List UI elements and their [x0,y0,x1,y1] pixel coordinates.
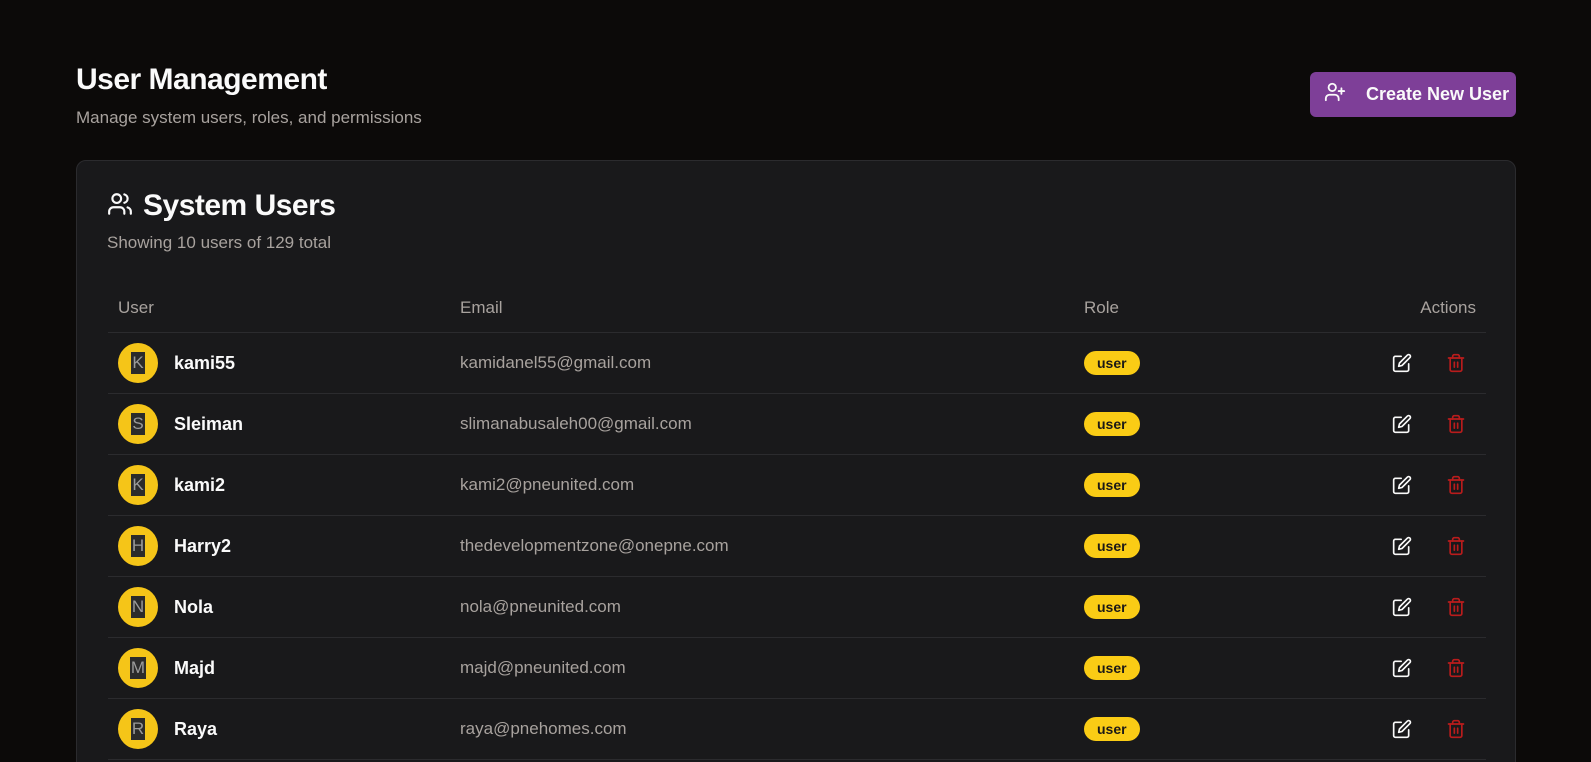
user-cell: N Nola [108,587,460,627]
user-cell: H Harry2 [108,526,460,566]
table-row: R Raya raya@pnehomes.com user [108,699,1486,760]
username: Majd [174,657,216,678]
page-title: User Management [76,63,327,96]
avatar: R [118,709,158,749]
edit-icon[interactable] [1392,719,1412,739]
avatar: M [118,648,158,688]
user-cell: R Raya [108,709,460,749]
column-header-role: Role [1084,297,1119,317]
trash-icon[interactable] [1446,719,1466,739]
create-new-user-button[interactable]: Create New User [1310,72,1516,117]
trash-icon[interactable] [1446,353,1466,373]
actions-cell [1284,597,1486,617]
actions-cell [1284,475,1486,495]
avatar-initial: K [131,474,145,496]
role-cell: user [1084,412,1284,436]
table-row: K kami55 kamidanel55@gmail.com user [108,333,1486,394]
username: kami2 [174,474,226,495]
actions-cell [1284,353,1486,373]
user-management-page: User Management Manage system users, rol… [0,0,1591,762]
avatar-initial: R [130,718,146,740]
actions-cell [1284,414,1486,434]
user-email: slimanabusaleh00@gmail.com [460,414,692,433]
user-cell: S Sleiman [108,404,460,444]
role-cell: user [1084,534,1284,558]
table-row: K kami2 kami2@pneunited.com user [108,455,1486,516]
avatar-initial: H [130,535,146,557]
table-header: User Email Role Actions [108,283,1486,333]
column-header-actions: Actions [1420,297,1476,317]
user-cell: K kami2 [108,465,460,505]
create-new-user-label: Create New User [1366,84,1510,104]
role-badge: user [1084,473,1140,497]
card-header: System Users Showing 10 users of 129 tot… [107,189,336,253]
table-row: M Majd majd@pneunited.com user [108,638,1486,699]
card-title: System Users [143,189,336,222]
role-cell: user [1084,595,1284,619]
role-badge: user [1084,412,1140,436]
role-badge: user [1084,351,1140,375]
column-header-user: User [118,297,154,317]
table-row: H Harry2 thedevelopmentzone@onepne.com u… [108,516,1486,577]
avatar-initial: S [131,413,145,435]
card-description: Showing 10 users of 129 total [107,233,331,252]
table-row: N Nola nola@pneunited.com user [108,577,1486,638]
system-users-card: System Users Showing 10 users of 129 tot… [76,160,1516,762]
role-cell: user [1084,351,1284,375]
edit-icon[interactable] [1392,658,1412,678]
avatar: S [118,404,158,444]
edit-icon[interactable] [1392,597,1412,617]
username: kami55 [174,352,236,373]
role-badge: user [1084,595,1140,619]
user-email: kami2@pneunited.com [460,475,635,494]
user-email: majd@pneunited.com [460,658,626,677]
user-email: thedevelopmentzone@onepne.com [460,536,729,555]
role-cell: user [1084,656,1284,680]
trash-icon[interactable] [1446,475,1466,495]
column-header-email: Email [460,297,503,317]
user-plus-icon [1324,81,1346,108]
page-subtitle: Manage system users, roles, and permissi… [76,108,422,127]
username: Raya [174,718,218,739]
avatar: K [118,465,158,505]
page-header: User Management Manage system users, rol… [76,60,422,128]
users-table: User Email Role Actions K kami55 kamidan… [108,283,1486,760]
avatar-initial: M [129,657,147,679]
username: Sleiman [174,413,244,434]
users-icon [107,191,133,222]
trash-icon[interactable] [1446,597,1466,617]
role-badge: user [1084,534,1140,558]
user-cell: M Majd [108,648,460,688]
role-badge: user [1084,656,1140,680]
avatar: K [118,343,158,383]
avatar: H [118,526,158,566]
user-cell: K kami55 [108,343,460,383]
edit-icon[interactable] [1392,475,1412,495]
edit-icon[interactable] [1392,536,1412,556]
avatar-initial: N [130,596,146,618]
avatar-initial: K [131,352,145,374]
actions-cell [1284,536,1486,556]
role-cell: user [1084,473,1284,497]
edit-icon[interactable] [1392,414,1412,434]
username: Harry2 [174,535,232,556]
table-row: S Sleiman slimanabusaleh00@gmail.com use… [108,394,1486,455]
user-email: kamidanel55@gmail.com [460,353,652,372]
trash-icon[interactable] [1446,414,1466,434]
edit-icon[interactable] [1392,353,1412,373]
username: Nola [174,596,214,617]
trash-icon[interactable] [1446,536,1466,556]
trash-icon[interactable] [1446,658,1466,678]
role-cell: user [1084,717,1284,741]
role-badge: user [1084,717,1140,741]
table-body: K kami55 kamidanel55@gmail.com user S Sl… [108,333,1486,760]
user-email: raya@pnehomes.com [460,719,627,738]
avatar: N [118,587,158,627]
actions-cell [1284,658,1486,678]
user-email: nola@pneunited.com [460,597,621,616]
actions-cell [1284,719,1486,739]
